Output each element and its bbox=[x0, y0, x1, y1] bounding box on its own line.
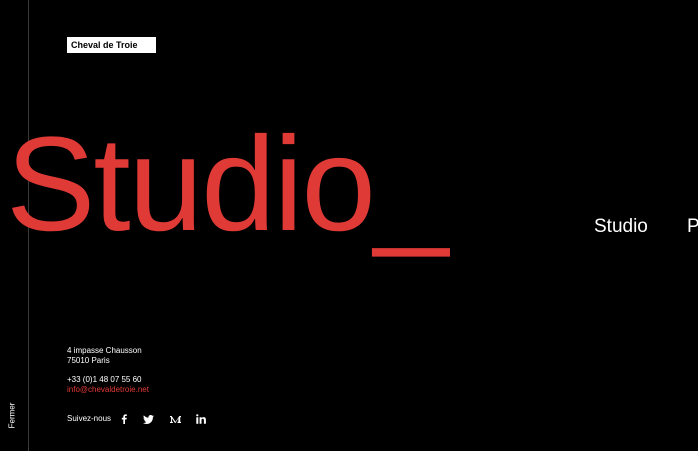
logo[interactable]: Cheval de Troie bbox=[67, 37, 156, 53]
facebook-icon[interactable] bbox=[117, 412, 131, 426]
medium-icon[interactable] bbox=[168, 412, 182, 426]
close-button[interactable]: Fermer bbox=[4, 400, 20, 430]
nav-item-studio[interactable]: Studio bbox=[594, 216, 648, 238]
address-line-2: 75010 Paris bbox=[67, 356, 110, 365]
follow-label: Suivez-nous bbox=[67, 414, 112, 423]
phone-number[interactable]: +33 (0)1 48 07 55 60 bbox=[67, 375, 142, 385]
close-label: Fermer bbox=[7, 402, 17, 428]
address-line-1: 4 impasse Chausson bbox=[67, 346, 142, 355]
linkedin-icon[interactable] bbox=[194, 412, 208, 426]
page-title: Studio_ bbox=[6, 110, 448, 259]
twitter-icon[interactable] bbox=[141, 412, 155, 426]
email-link[interactable]: info@chevaldetroie.net bbox=[67, 385, 149, 395]
nav-item-next[interactable]: P bbox=[687, 216, 698, 238]
